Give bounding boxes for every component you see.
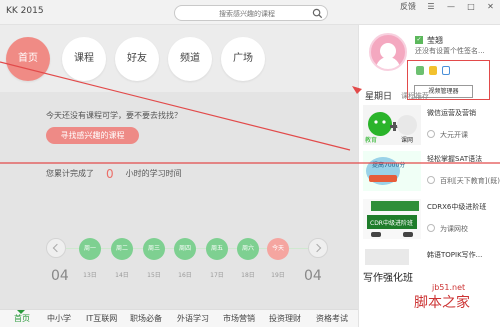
course-teacher: 百利[天下教育](既): [427, 176, 500, 186]
search-box[interactable]: [174, 5, 328, 21]
category-bar: 首页 中小学 IT互联网 职场必备 外语学习 市场营销 投资理财 资格考试: [0, 309, 358, 327]
nav-square[interactable]: 广场: [221, 37, 265, 81]
nav-courses[interactable]: 课程: [62, 37, 106, 81]
tab-it[interactable]: IT互联网: [86, 313, 117, 324]
thumb-text-korean: 写作强化班: [363, 273, 413, 284]
tab-marketing[interactable]: 市场营销: [223, 313, 255, 324]
feedback-button[interactable]: 反馈: [395, 0, 421, 14]
day-thu[interactable]: 周四: [174, 238, 196, 260]
date-15: 15日: [147, 272, 161, 279]
date-14: 14日: [115, 272, 129, 279]
chevron-left-icon: [52, 243, 62, 253]
study-prefix: 您累计完成了: [46, 169, 94, 178]
prev-week-button[interactable]: [46, 238, 66, 258]
thumb-text-edu: 教育: [365, 137, 378, 144]
date-13: 13日: [83, 272, 97, 279]
chevron-right-icon: [312, 243, 322, 253]
tab-home[interactable]: 首页: [14, 313, 30, 324]
course-title[interactable]: 轻松掌握SAT语法: [427, 154, 482, 164]
schedule-subtitle: 课程推荐: [401, 92, 429, 100]
schedule-title: 星期日: [365, 92, 393, 102]
search-icon[interactable]: [312, 8, 323, 19]
avatar-body: [376, 57, 400, 69]
date-17: 17日: [210, 272, 224, 279]
study-count: 0: [106, 167, 114, 181]
tab-career[interactable]: 职场必备: [130, 313, 162, 324]
course-item[interactable]: 教育 课网 微信运营及营销 大元开课: [363, 105, 495, 153]
find-course-button[interactable]: 寻找感兴趣的课程: [46, 127, 139, 144]
day-tue[interactable]: 周二: [111, 238, 133, 260]
date-16: 16日: [178, 272, 192, 279]
maximize-button[interactable]: □: [461, 0, 481, 14]
study-suffix: 小时的学习时间: [125, 169, 182, 178]
course-title[interactable]: 微信运营及营销: [427, 108, 476, 118]
app-title: KK 2015: [6, 6, 44, 16]
tab-exam[interactable]: 资格考试: [316, 313, 348, 324]
thumb-text-cdr: CDR中级进阶班: [370, 220, 413, 227]
course-title[interactable]: CDRX6中级进阶班: [427, 202, 486, 212]
right-panel: ✓ 莹翘 还没有设置个性签名... 视频管理器 星期日 课程推荐 教育 课网 微…: [358, 25, 500, 327]
day-today[interactable]: 今天: [267, 238, 289, 260]
month-left: 04: [51, 268, 69, 284]
watermark-name: 脚本之家: [414, 295, 470, 311]
search-input[interactable]: [183, 8, 311, 19]
day-wed[interactable]: 周三: [143, 238, 165, 260]
course-title[interactable]: 韩语TOPIK写作...: [427, 250, 482, 260]
date-19: 19日: [271, 272, 285, 279]
course-item[interactable]: 写作强化班 韩语TOPIK写作...: [363, 247, 495, 295]
main-panel: 首页 课程 好友 频道 广场 今天还没有课程可学，要不要去找找？ 寻找感兴趣的课…: [0, 25, 358, 309]
thumb-text-net: 课网: [401, 137, 414, 144]
signature[interactable]: 还没有设置个性签名...: [415, 46, 485, 56]
day-fri[interactable]: 周五: [206, 238, 228, 260]
next-week-button[interactable]: [308, 238, 328, 258]
thumb-text-sat: 提高7000分: [372, 162, 406, 169]
date-18: 18日: [241, 272, 255, 279]
tab-language[interactable]: 外语学习: [177, 313, 209, 324]
course-teacher: 大元开课: [427, 130, 468, 140]
study-time: 您累计完成了 0 小时的学习时间: [46, 165, 182, 181]
course-item[interactable]: 提高7000分 轻松掌握SAT语法 百利[天下教育](既): [363, 151, 500, 199]
menu-button[interactable]: ☰: [421, 0, 441, 14]
nav-friends[interactable]: 好友: [115, 37, 159, 81]
user-name[interactable]: 莹翘: [427, 35, 443, 46]
close-button[interactable]: ✕: [481, 0, 500, 14]
day-sat[interactable]: 周六: [237, 238, 259, 260]
tab-finance[interactable]: 投资理财: [269, 313, 301, 324]
day-mon[interactable]: 周一: [79, 238, 101, 260]
course-item[interactable]: CDR中级进阶班 CDRX6中级进阶班 为课网校: [363, 199, 495, 247]
verified-icon: ✓: [415, 36, 423, 44]
week-calendar: 周一 周二 周三 周四 周五 周六 今天 04 13日 14日 15日 16日 …: [46, 238, 328, 298]
course-thumbnail: [363, 151, 421, 191]
nav-home[interactable]: 首页: [6, 37, 50, 81]
no-course-hint: 今天还没有课程可学，要不要去找找？: [46, 111, 182, 120]
watermark-url: jb51.net: [432, 283, 466, 292]
tab-k12[interactable]: 中小学: [47, 313, 71, 324]
avatar[interactable]: [369, 33, 407, 71]
month-right: 04: [304, 268, 322, 284]
nav-channel[interactable]: 频道: [168, 37, 212, 81]
title-bar: KK 2015 反馈 ☰ — □ ✕: [0, 0, 500, 25]
course-teacher: 为课网校: [427, 224, 468, 234]
minimize-button[interactable]: —: [441, 0, 461, 14]
